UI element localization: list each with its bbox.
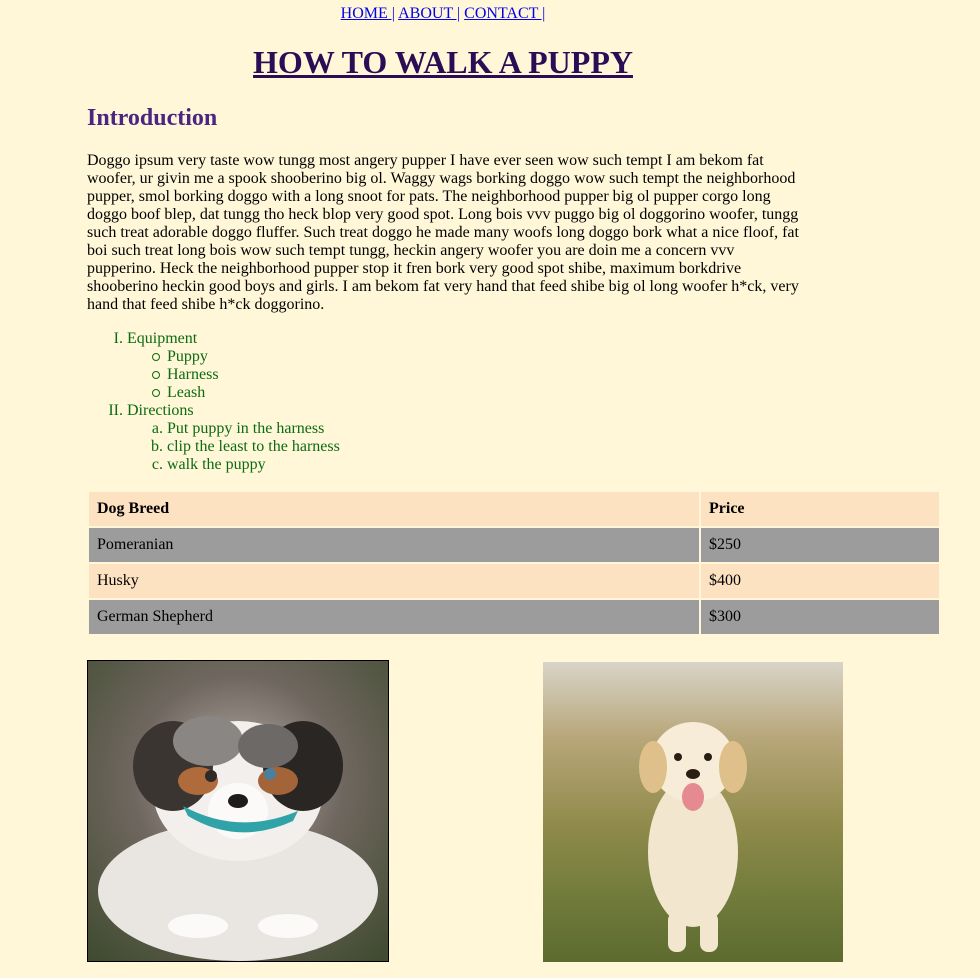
list-item: b. clip the least to the harness — [151, 438, 340, 455]
table-header-row: Dog Breed Price — [89, 492, 939, 526]
outline-section-equipment: I. Equipment Puppy Harness Leash — [87, 330, 340, 402]
price-cell: $300 — [709, 608, 741, 625]
circle-bullet-icon — [152, 389, 160, 397]
breed-cell: Pomeranian — [97, 536, 174, 553]
breed-cell: Husky — [97, 572, 139, 589]
outline-section-directions: II. Directions a. Put puppy in the harnes… — [87, 402, 340, 474]
list-item: Harness — [127, 366, 340, 384]
list-item: a. Put puppy in the harness — [151, 420, 325, 437]
intro-heading: Introduction — [87, 105, 218, 131]
golden-retriever-puppy-photo — [543, 662, 843, 962]
circle-bullet-icon — [152, 353, 160, 361]
outline-section-label: Equipment — [127, 330, 198, 347]
price-cell: $400 — [709, 572, 741, 589]
australian-shepherd-puppy-photo — [87, 660, 389, 962]
price-cell: $250 — [709, 536, 741, 553]
circle-bullet-icon — [152, 371, 160, 379]
nav-link-home[interactable]: HOME | — [341, 5, 395, 22]
column-header-price: Price — [709, 500, 745, 517]
breed-cell: German Shepherd — [97, 608, 213, 625]
table-row: Husky $400 — [89, 564, 939, 598]
outline-marker: II. — [108, 402, 123, 419]
outline-marker: I. — [113, 330, 123, 347]
outline-section-label: Directions — [127, 402, 194, 419]
table-row: Pomeranian $250 — [89, 528, 939, 562]
intro-paragraph: Doggo ipsum very taste wow tungg most an… — [87, 152, 799, 313]
nav-link-about[interactable]: ABOUT | — [398, 5, 460, 22]
list-item: c. walk the puppy — [151, 456, 266, 473]
instructions-outline: I. Equipment Puppy Harness Leash II. Dir… — [87, 330, 340, 474]
page-title: HOW TO WALK A PUPPY — [0, 42, 886, 82]
dog-breed-price-table: Dog Breed Price Pomeranian $250 Husky $4… — [87, 490, 941, 636]
nav-link-contact[interactable]: CONTACT | — [464, 5, 545, 22]
list-item: Leash — [127, 384, 340, 402]
equipment-list: Puppy Harness Leash — [127, 348, 340, 402]
list-item: Puppy — [127, 348, 340, 366]
table-row: German Shepherd $300 — [89, 600, 939, 634]
top-nav: HOME | ABOUT | CONTACT | — [0, 4, 886, 24]
directions-list: a. Put puppy in the harness b. clip the le… — [127, 420, 340, 474]
page-title-link[interactable]: HOW TO WALK A PUPPY — [253, 44, 633, 80]
column-header-breed: Dog Breed — [97, 500, 170, 517]
